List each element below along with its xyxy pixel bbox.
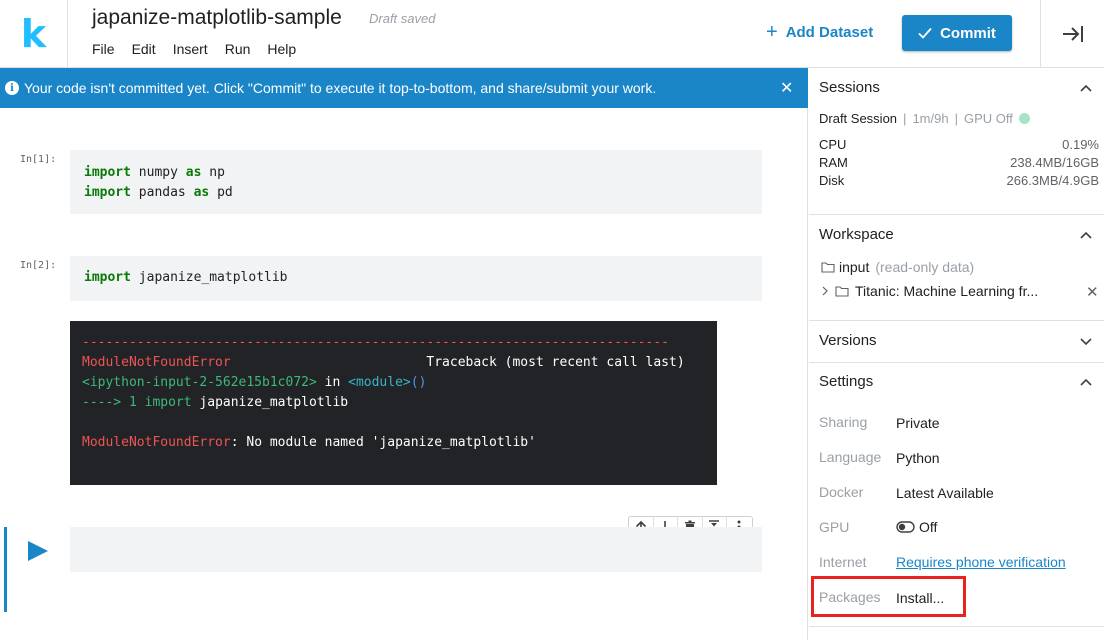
top-header: k japanize-matplotlib-sample Draft saved… bbox=[0, 0, 1104, 68]
setting-label-sharing: Sharing bbox=[819, 414, 868, 430]
notebook-area: In[1]: import numpy as np import pandas … bbox=[0, 108, 808, 640]
code-line: import japanize_matplotlib bbox=[84, 270, 288, 285]
traceback-dashes: ----------------------------------------… bbox=[82, 335, 669, 350]
menu-run[interactable]: Run bbox=[225, 41, 251, 57]
versions-heading: Versions bbox=[819, 332, 877, 349]
sessions-heading: Sessions bbox=[819, 79, 880, 96]
folder-icon bbox=[821, 262, 835, 273]
ram-stat: RAM 238.4MB/16GB bbox=[819, 154, 1099, 172]
stat-value: 238.4MB/16GB bbox=[1010, 155, 1099, 170]
input-label: input bbox=[839, 259, 870, 275]
stat-label: Disk bbox=[819, 173, 845, 188]
remove-dataset-icon[interactable]: ✕ bbox=[1086, 283, 1099, 301]
traceback-line: ----> 1 import japanize_matplotlib bbox=[82, 395, 349, 410]
divider bbox=[809, 362, 1104, 363]
traceback-header: ModuleNotFoundError Traceback (most rece… bbox=[82, 355, 685, 370]
commit-button[interactable]: Commit bbox=[902, 15, 1012, 51]
folder-icon bbox=[835, 286, 849, 297]
traceback-location: <ipython-input-2-562e15b1c072> in <modul… bbox=[82, 375, 427, 390]
right-sidebar: Sessions Draft Session | 1m/9h | GPU Off… bbox=[809, 68, 1104, 640]
active-cell-indicator bbox=[4, 527, 7, 612]
setting-label-internet: Internet bbox=[819, 554, 867, 570]
gpu-toggle[interactable]: Off bbox=[896, 519, 937, 535]
code-cell-1[interactable]: import numpy as np import pandas as pd bbox=[70, 150, 762, 214]
logo-letter: k bbox=[20, 12, 47, 56]
docker-value[interactable]: Latest Available bbox=[896, 485, 994, 501]
info-icon: i bbox=[5, 81, 19, 95]
phone-verification-link[interactable]: Requires phone verification bbox=[896, 554, 1066, 570]
chevron-down-icon[interactable] bbox=[1079, 335, 1093, 349]
setting-label-gpu: GPU bbox=[819, 519, 850, 535]
collapse-right-icon bbox=[1062, 26, 1083, 42]
session-name: Draft Session bbox=[819, 111, 898, 126]
commit-label: Commit bbox=[940, 24, 996, 42]
dataset-item[interactable]: Titanic: Machine Learning fr... bbox=[821, 283, 1038, 299]
error-message: ModuleNotFoundError: No module named 'ja… bbox=[82, 435, 536, 450]
stat-value: 266.3MB/4.9GB bbox=[1006, 173, 1100, 188]
dataset-name: Titanic: Machine Learning fr... bbox=[855, 283, 1039, 299]
divider bbox=[809, 320, 1104, 321]
uncommitted-banner: i Your code isn't committed yet. Click "… bbox=[0, 68, 808, 108]
plus-icon: + bbox=[766, 21, 778, 43]
input-folder[interactable]: input (read-only data) bbox=[821, 259, 974, 275]
chevron-up-icon[interactable] bbox=[1079, 375, 1093, 389]
code-cell-2[interactable]: import japanize_matplotlib bbox=[70, 256, 762, 301]
menu-bar: File Edit Insert Run Help bbox=[92, 41, 313, 57]
menu-edit[interactable]: Edit bbox=[132, 41, 156, 57]
setting-label-docker: Docker bbox=[819, 484, 864, 500]
menu-help[interactable]: Help bbox=[267, 41, 296, 57]
divider bbox=[809, 626, 1104, 627]
stat-label: CPU bbox=[819, 137, 847, 152]
gpu-status: GPU Off bbox=[963, 111, 1013, 126]
toggle-off-icon bbox=[896, 521, 915, 533]
add-dataset-button[interactable]: + Add Dataset bbox=[766, 22, 873, 42]
menu-file[interactable]: File bbox=[92, 41, 115, 57]
divider bbox=[809, 214, 1104, 215]
empty-code-cell[interactable] bbox=[70, 527, 762, 572]
session-info: Draft Session | 1m/9h | GPU Off bbox=[819, 111, 1030, 126]
chevron-up-icon[interactable] bbox=[1079, 81, 1093, 95]
cpu-stat: CPU 0.19% bbox=[819, 136, 1099, 154]
input-note: (read-only data) bbox=[875, 259, 975, 275]
language-value[interactable]: Python bbox=[896, 450, 940, 466]
cell-prompt: In[2]: bbox=[20, 260, 57, 271]
stat-value: 0.19% bbox=[1062, 137, 1099, 152]
status-dot-icon bbox=[1018, 113, 1030, 124]
sharing-value[interactable]: Private bbox=[896, 415, 940, 431]
run-cell-icon[interactable] bbox=[28, 541, 48, 561]
settings-heading: Settings bbox=[819, 373, 874, 390]
cell-prompt: In[1]: bbox=[20, 154, 57, 165]
stat-label: RAM bbox=[819, 155, 848, 170]
code-line: import pandas as pd bbox=[84, 185, 233, 200]
menu-insert[interactable]: Insert bbox=[173, 41, 208, 57]
notebook-title[interactable]: japanize-matplotlib-sample bbox=[92, 6, 342, 30]
save-status: Draft saved bbox=[369, 11, 436, 26]
chevron-up-icon[interactable] bbox=[1079, 228, 1093, 242]
check-icon bbox=[918, 27, 932, 39]
setting-label-language: Language bbox=[819, 449, 882, 465]
workspace-heading: Workspace bbox=[819, 226, 894, 243]
add-dataset-label: Add Dataset bbox=[785, 23, 874, 41]
collapse-sidebar-button[interactable] bbox=[1040, 0, 1104, 68]
gpu-value: Off bbox=[919, 519, 938, 535]
highlight-box bbox=[811, 576, 966, 617]
kaggle-logo[interactable]: k bbox=[0, 0, 68, 68]
disk-stat: Disk 266.3MB/4.9GB bbox=[819, 172, 1099, 190]
close-icon[interactable]: ✕ bbox=[780, 78, 793, 98]
chevron-right-icon[interactable] bbox=[821, 286, 829, 296]
session-time: 1m/9h bbox=[912, 111, 949, 126]
error-output: ----------------------------------------… bbox=[70, 321, 717, 485]
banner-message: Your code isn't committed yet. Click "Co… bbox=[24, 80, 657, 96]
code-line: import numpy as np bbox=[84, 165, 225, 180]
